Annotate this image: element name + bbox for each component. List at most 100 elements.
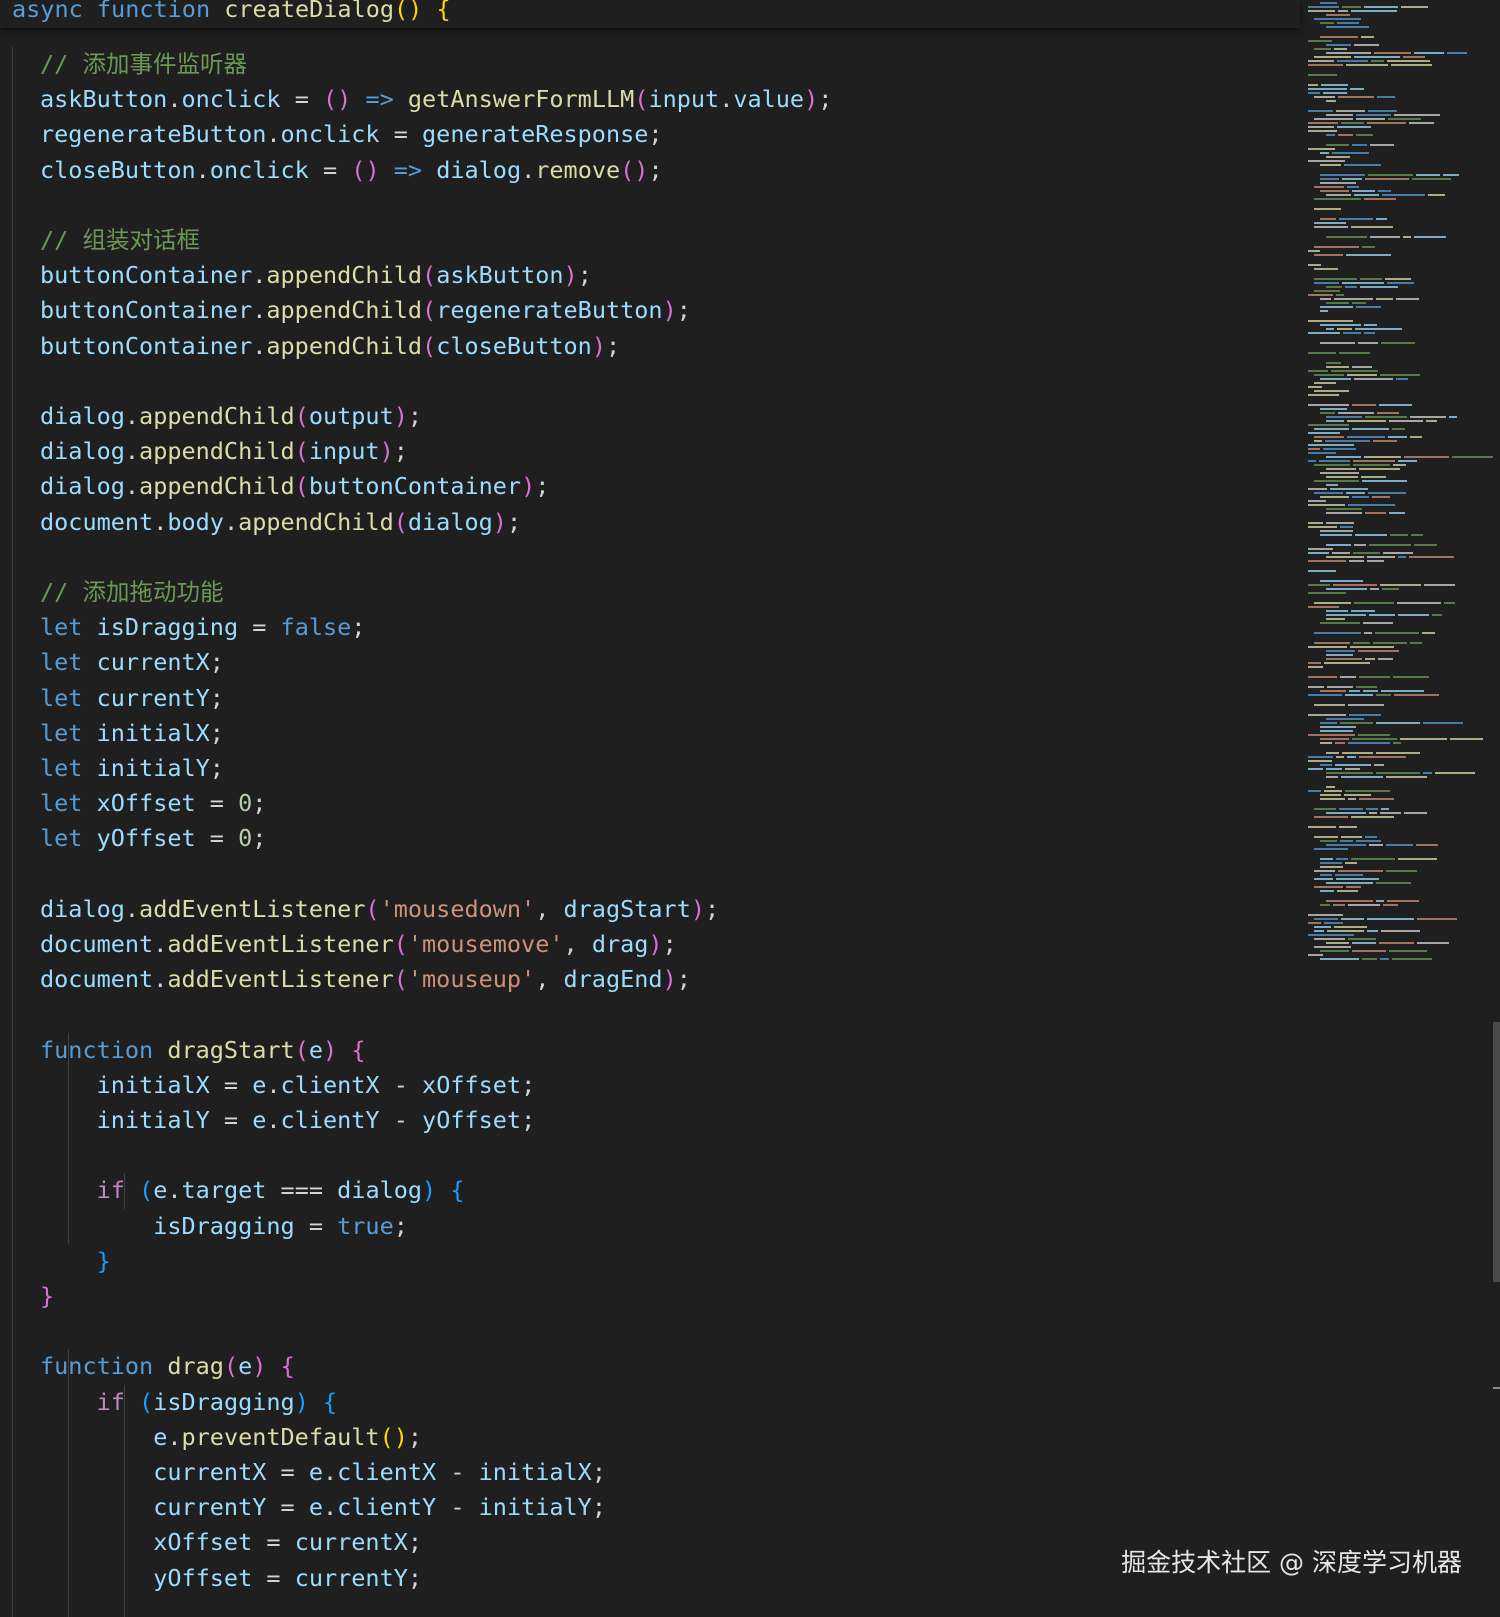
code-line[interactable]: // 组装对话框 xyxy=(40,223,200,258)
minimap-code-stroke xyxy=(1356,686,1377,688)
code-line[interactable]: xOffset = currentX; xyxy=(40,1525,422,1560)
code-line[interactable]: if (e.target === dialog) { xyxy=(40,1173,465,1208)
code-line[interactable]: dialog.appendChild(input); xyxy=(40,434,408,469)
code-token: appendChild xyxy=(238,507,394,536)
minimap-code-stroke xyxy=(1314,382,1336,384)
minimap-code-stroke xyxy=(1314,480,1359,482)
code-line[interactable]: initialY = e.clientY - yOffset; xyxy=(40,1103,536,1138)
code-line[interactable]: closeButton.onclick = () => dialog.remov… xyxy=(40,153,663,188)
minimap-code-stroke xyxy=(1352,144,1367,146)
code-line[interactable]: dialog.addEventListener('mousedown', dra… xyxy=(40,892,719,927)
code-line[interactable]: e.preventDefault(); xyxy=(40,1420,422,1455)
code-line[interactable]: document.body.appendChild(dialog); xyxy=(40,505,521,540)
minimap-code-stroke xyxy=(1376,752,1420,754)
code-token: () xyxy=(620,155,649,184)
code-line[interactable]: let currentX; xyxy=(40,645,224,680)
minimap-code-stroke xyxy=(1339,218,1373,220)
code-line[interactable]: document.addEventListener('mouseup', dra… xyxy=(40,962,691,997)
minimap-code-stroke xyxy=(1356,114,1391,116)
code-token: 'mouseup' xyxy=(407,965,536,994)
minimap-code-stroke xyxy=(1326,194,1351,196)
code-line[interactable]: function dragStart(e) { xyxy=(40,1033,365,1068)
code-line[interactable]: } xyxy=(40,1279,54,1314)
minimap-code-stroke xyxy=(1333,584,1377,586)
minimap-code-stroke xyxy=(1314,492,1343,494)
sticky-header-line[interactable]: async function createDialog() { xyxy=(12,0,451,27)
minimap-code-stroke xyxy=(1394,694,1439,696)
code-token: = xyxy=(308,155,352,184)
code-line[interactable]: regenerateButton.onclick = generateRespo… xyxy=(40,117,663,152)
code-line[interactable]: // 添加拖动功能 xyxy=(40,575,223,610)
minimap-code-stroke xyxy=(1349,560,1364,562)
code-token: . xyxy=(153,507,168,536)
minimap-code-stroke xyxy=(1342,282,1384,284)
minimap-code-stroke xyxy=(1340,676,1356,678)
code-line[interactable]: buttonContainer.appendChild(closeButton)… xyxy=(40,329,620,364)
minimap-code-stroke xyxy=(1320,534,1352,536)
vertical-scrollbar-thumb[interactable] xyxy=(1493,1022,1500,1282)
minimap-code-stroke xyxy=(1452,456,1495,458)
minimap-code-stroke xyxy=(1335,874,1363,876)
minimap[interactable] xyxy=(1300,0,1495,1617)
code-line[interactable]: isDragging = true; xyxy=(40,1209,408,1244)
code-line[interactable]: askButton.onclick = () => getAnswerFormL… xyxy=(40,82,832,117)
code-line[interactable]: let initialY; xyxy=(40,751,224,786)
indent-guide xyxy=(68,1032,69,1244)
minimap-code-stroke xyxy=(1370,588,1379,590)
minimap-code-stroke xyxy=(1326,14,1350,16)
code-line[interactable]: let currentY; xyxy=(40,681,224,716)
minimap-code-stroke xyxy=(1385,278,1411,280)
code-line[interactable]: let initialX; xyxy=(40,716,224,751)
code-token: dragStart xyxy=(563,894,691,923)
code-line[interactable]: if (isDragging) { xyxy=(40,1385,338,1420)
code-line[interactable]: let xOffset = 0; xyxy=(40,786,266,821)
code-line[interactable]: let yOffset = 0; xyxy=(40,821,266,856)
code-token: . xyxy=(266,1106,281,1134)
code-line[interactable]: dialog.appendChild(buttonContainer); xyxy=(40,469,549,504)
code-token: ) xyxy=(662,965,677,994)
code-line[interactable]: yOffset = currentY; xyxy=(40,1561,422,1596)
minimap-code-stroke xyxy=(1404,812,1427,814)
minimap-code-stroke xyxy=(1379,942,1414,944)
code-line[interactable]: // 添加事件监听器 xyxy=(40,47,247,82)
minimap-code-stroke xyxy=(1423,722,1463,724)
code-token: function xyxy=(40,1352,154,1381)
code-editor[interactable]: // 添加事件监听器 askButton.onclick = () => getA… xyxy=(0,0,1500,1617)
code-token: if xyxy=(96,1387,125,1416)
code-token: . xyxy=(167,85,182,114)
code-line[interactable]: buttonContainer.appendChild(askButton); xyxy=(40,258,592,293)
code-line[interactable]: function drag(e) { xyxy=(40,1349,295,1384)
code-token: { xyxy=(450,1176,465,1205)
minimap-code-stroke xyxy=(1423,772,1432,774)
minimap-code-stroke xyxy=(1308,110,1333,112)
code-token: - xyxy=(436,1458,479,1486)
minimap-code-stroke xyxy=(1308,734,1355,736)
minimap-code-stroke xyxy=(1326,844,1366,846)
code-token: . xyxy=(124,894,140,923)
code-line[interactable]: let isDragging = false; xyxy=(40,610,365,645)
minimap-code-stroke xyxy=(1320,22,1334,24)
minimap-code-stroke xyxy=(1348,904,1380,906)
minimap-code-stroke xyxy=(1410,436,1422,438)
code-line[interactable]: dialog.appendChild(output); xyxy=(40,399,422,434)
code-token: ; xyxy=(407,1528,423,1557)
minimap-code-stroke xyxy=(1417,942,1449,944)
minimap-code-stroke xyxy=(1365,836,1377,838)
code-line[interactable]: document.addEventListener('mousemove', d… xyxy=(40,927,677,962)
sticky-scroll-header[interactable]: async function createDialog() { xyxy=(0,0,1300,28)
code-line[interactable]: } xyxy=(40,1244,111,1279)
code-line[interactable]: initialX = e.clientX - xOffset; xyxy=(40,1068,536,1103)
code-area[interactable]: // 添加事件监听器 askButton.onclick = () => getA… xyxy=(0,0,1300,1617)
minimap-code-stroke xyxy=(1338,10,1348,12)
minimap-code-stroke xyxy=(1364,6,1398,8)
code-line[interactable]: buttonContainer.appendChild(regenerateBu… xyxy=(40,293,691,328)
code-token: . xyxy=(266,120,281,149)
minimap-code-stroke xyxy=(1308,460,1316,462)
minimap-code-stroke xyxy=(1342,752,1373,754)
code-token: . xyxy=(252,296,267,325)
code-token: . xyxy=(124,437,140,466)
minimap-code-stroke xyxy=(1352,738,1397,740)
vertical-scrollbar-track[interactable] xyxy=(1493,0,1500,1617)
minimap-code-stroke xyxy=(1352,496,1369,498)
